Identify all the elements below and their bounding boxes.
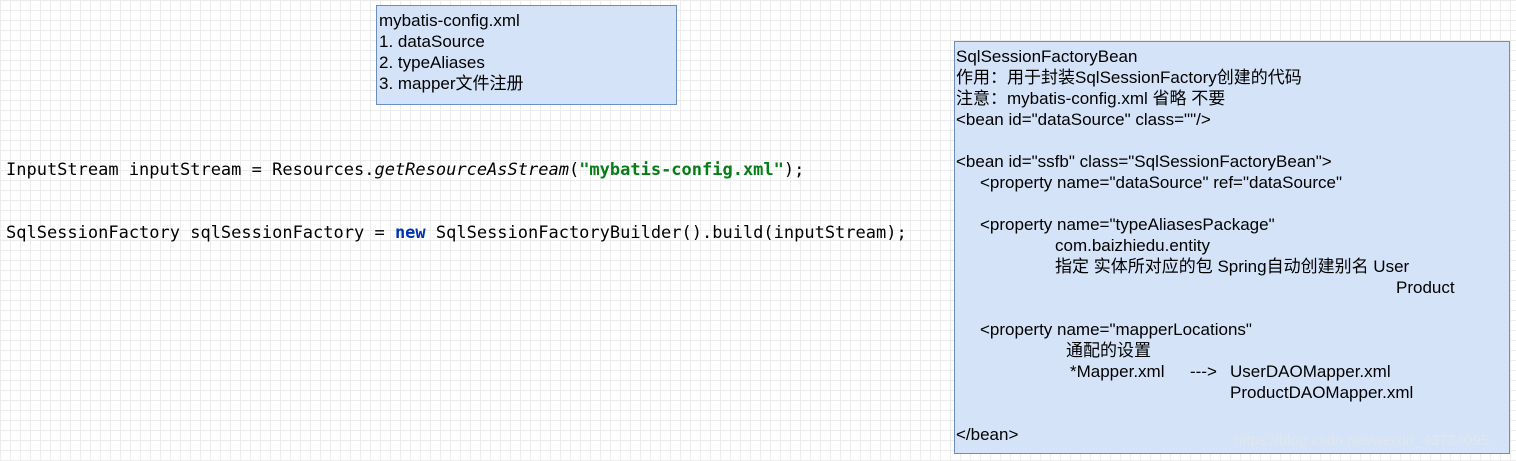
bean-datasource-tag: <bean id="dataSource" class=""/> [956,110,1211,129]
alias-product: Product [1396,278,1455,297]
code-line-2: SqlSessionFactory sqlSessionFactory = ne… [6,223,907,244]
property-mapperlocations: <property name="mapperLocations" [980,320,1252,339]
config-note-item-mapper: 3. mapper文件注册 [379,74,524,93]
product-mapper-file: ProductDAOMapper.xml [1230,383,1414,402]
config-note-item-typealiases: 2. typeAliases [379,53,485,72]
code-line-1-paren: ( [568,160,580,180]
code-line-1-end: ); [783,160,805,180]
java-code-snippet: InputStream inputStream = Resources.getR… [6,118,907,265]
code-method-call: getResourceAsStream [374,160,569,180]
code-keyword-new: new [394,223,426,243]
code-string-literal: "mybatis-config.xml" [579,160,784,180]
bean-note-purpose: 作用：用于封装SqlSessionFactory创建的代码 [956,68,1302,87]
mybatis-config-note: mybatis-config.xml 1. dataSource 2. type… [376,5,677,105]
config-note-title: mybatis-config.xml [379,11,520,30]
user-mapper-file: UserDAOMapper.xml [1230,362,1391,381]
bean-note-attention: 注意：mybatis-config.xml 省略 不要 [956,89,1226,108]
arrow-icon: ---> [1190,362,1217,381]
alias-description: 指定 实体所对应的包 Spring自动创建别名 User [1055,257,1410,276]
wildcard-setting-label: 通配的设置 [1066,341,1151,360]
code-line-1: InputStream inputStream = Resources.getR… [6,160,907,181]
bean-close-tag: </bean> [956,425,1019,444]
config-note-item-datasource: 1. dataSource [379,32,485,51]
watermark: https://blog.csdn.net/weixin_43734095 [1234,432,1490,449]
bean-ssfb-open-tag: <bean id="ssfb" class="SqlSessionFactory… [956,152,1332,171]
property-typealiasespackage: <property name="typeAliasesPackage" [980,215,1275,234]
bean-note-title: SqlSessionFactoryBean [956,47,1138,66]
code-line-1-part-a: InputStream inputStream = Resources. [6,160,375,180]
code-line-2-part-b: SqlSessionFactoryBuilder().build(inputSt… [425,223,907,243]
sqlsessionfactorybean-note: SqlSessionFactoryBean 作用：用于封装SqlSessionF… [954,41,1510,454]
entity-package: com.baizhiedu.entity [1055,236,1210,255]
property-datasource: <property name="dataSource" ref="dataSou… [980,173,1342,192]
code-line-2-part-a: SqlSessionFactory sqlSessionFactory = [6,223,395,243]
wildcard-pattern: *Mapper.xml [1070,362,1165,381]
